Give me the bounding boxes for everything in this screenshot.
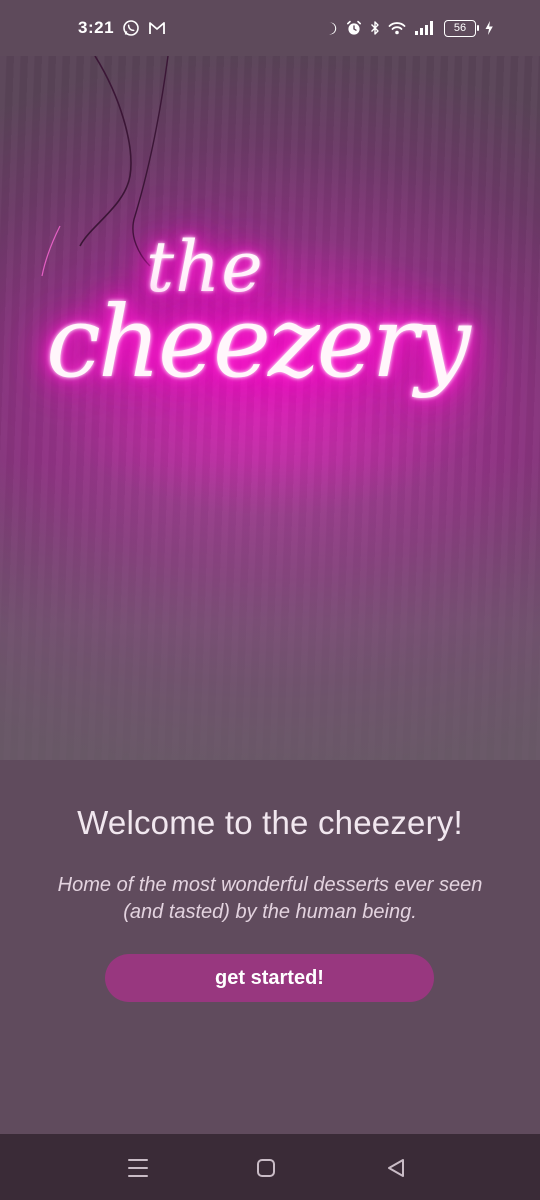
gmail-icon <box>148 20 166 36</box>
whatsapp-icon <box>122 19 140 37</box>
bluetooth-icon <box>370 20 380 36</box>
charging-icon <box>484 20 494 36</box>
status-left: 3:21 <box>78 18 166 38</box>
status-time: 3:21 <box>78 18 115 37</box>
status-bar: 3:21 56 <box>0 0 540 56</box>
menu-icon[interactable] <box>124 1154 152 1182</box>
navigation-bar <box>0 1134 540 1200</box>
battery-level: 56 <box>453 21 467 34</box>
welcome-title: Welcome to the cheezery! <box>77 804 463 841</box>
app-screen: 3:21 56 the cheezery Welcome to the chee… <box>0 0 540 1200</box>
welcome-subtitle: Home of the most wonderful desserts ever… <box>57 874 483 923</box>
neon-sign: the cheezery <box>36 226 506 446</box>
hero-shade <box>0 460 540 760</box>
moon-icon <box>323 21 338 36</box>
hero-image: the cheezery <box>0 56 540 760</box>
wifi-icon <box>388 21 406 35</box>
alarm-icon <box>346 20 362 36</box>
get-started-button[interactable]: get started! <box>105 954 434 1002</box>
battery-icon: 56 <box>444 19 479 37</box>
welcome-section: Welcome to the cheezery! Home of the mos… <box>0 760 540 1134</box>
signal-icon <box>414 21 436 35</box>
neon-sign-cheezery: cheezery <box>46 286 471 400</box>
back-icon[interactable] <box>382 1154 410 1182</box>
status-right: 56 <box>323 19 494 37</box>
home-icon[interactable] <box>252 1154 280 1182</box>
